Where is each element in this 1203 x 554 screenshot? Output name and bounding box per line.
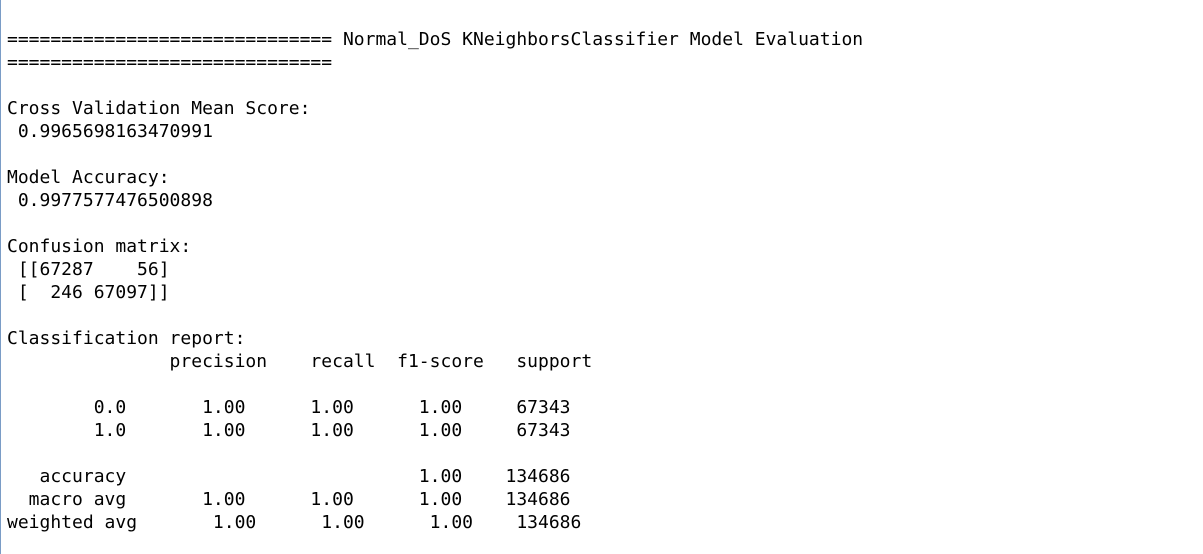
output-line: precision recall f1-score support bbox=[7, 351, 593, 372]
output-line: weighted avg 1.00 1.00 1.00 134686 bbox=[7, 512, 582, 533]
output-line: [[67287 56] bbox=[7, 259, 170, 280]
output-line: Cross Validation Mean Score: bbox=[7, 98, 311, 119]
output-line: 1.0 1.00 1.00 1.00 67343 bbox=[7, 420, 571, 441]
evaluation-output-text: ============================== Normal_Do… bbox=[7, 28, 863, 534]
output-line: 0.0 1.00 1.00 1.00 67343 bbox=[7, 397, 571, 418]
output-line: 0.9977577476500898 bbox=[7, 190, 213, 211]
panel-left-border bbox=[0, 0, 1, 554]
output-line: ============================== Normal_Do… bbox=[7, 29, 864, 50]
output-line: accuracy 1.00 134686 bbox=[7, 466, 571, 487]
console-output-panel: ============================== Normal_Do… bbox=[0, 0, 1203, 554]
output-line: macro avg 1.00 1.00 1.00 134686 bbox=[7, 489, 571, 510]
output-line: Classification report: bbox=[7, 328, 246, 349]
output-line: 0.9965698163470991 bbox=[7, 121, 213, 142]
output-line: ============================== bbox=[7, 52, 333, 73]
output-line: Confusion matrix: bbox=[7, 236, 192, 257]
output-line: Model Accuracy: bbox=[7, 167, 170, 188]
output-line: [ 246 67097]] bbox=[7, 282, 170, 303]
